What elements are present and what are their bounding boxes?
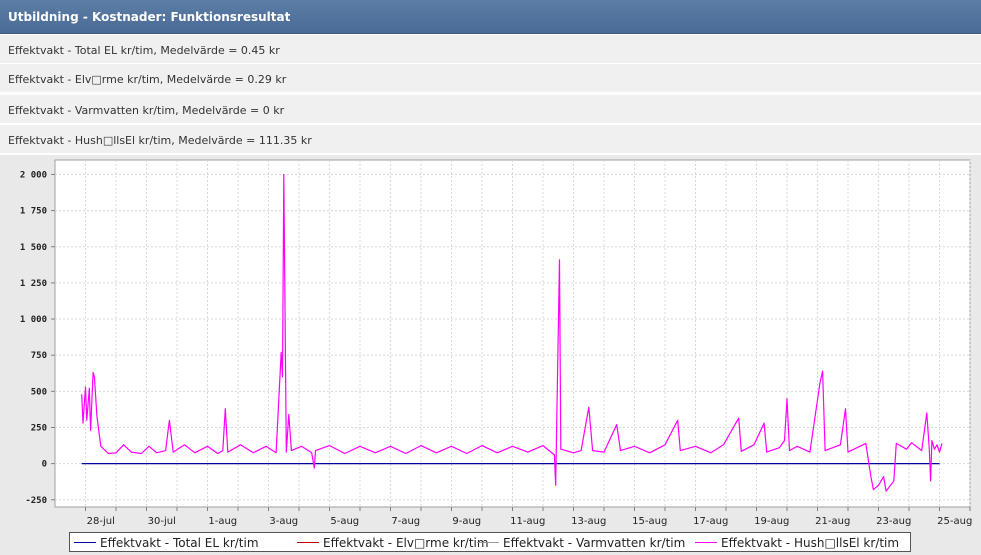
x-tick-label: 11-aug xyxy=(510,516,545,527)
x-tick-label: 21-aug xyxy=(815,516,850,527)
y-tick-label: 1 500 xyxy=(20,243,47,253)
y-tick-label: 1 750 xyxy=(20,207,47,217)
summary-row-hushallsel-text: Effektvakt - Hush□llsEl kr/tim, Medelvär… xyxy=(8,134,312,147)
legend-label-elvarme: Effektvakt - Elv□rme kr/tim xyxy=(323,536,489,550)
y-axis: 2 000 1 750 1 500 1 250 1 000 750 500 250 0 -250 xyxy=(20,170,55,506)
x-tick-label: 13-aug xyxy=(571,516,606,527)
x-tick-label: 23-aug xyxy=(876,516,911,527)
legend-swatch-varmvatten xyxy=(477,542,499,543)
legend-label-varmvatten: Effektvakt - Varmvatten kr/tim xyxy=(503,536,686,550)
x-tick-label: 25-aug xyxy=(937,516,972,527)
x-tick-label: 17-aug xyxy=(693,516,728,527)
legend-item-hushallsel: Effektvakt - Hush□llsEl kr/tim xyxy=(695,536,899,550)
summary-row-varmvatten: Effektvakt - Varmvatten kr/tim, Medelvär… xyxy=(0,95,981,124)
x-tick-label: 9-aug xyxy=(452,516,481,527)
x-tick-label: 7-aug xyxy=(391,516,420,527)
summary-row-varmvatten-text: Effektvakt - Varmvatten kr/tim, Medelvär… xyxy=(8,104,285,117)
legend-label-hushallsel: Effektvakt - Hush□llsEl kr/tim xyxy=(721,536,900,550)
legend-item-total-el: Effektvakt - Total EL kr/tim xyxy=(74,536,259,550)
legend-swatch-elvarme xyxy=(297,542,319,543)
x-tick-label: 3-aug xyxy=(269,516,298,527)
y-tick-label: 1 000 xyxy=(20,315,47,325)
summary-row-total-el-text: Effektvakt - Total EL kr/tim, Medelvärde… xyxy=(8,44,280,57)
y-tick-label: 750 xyxy=(31,351,47,361)
x-tick-label: 1-aug xyxy=(208,516,237,527)
y-tick-label: 2 000 xyxy=(20,170,47,180)
legend-label-total-el: Effektvakt - Total EL kr/tim xyxy=(100,536,259,550)
x-tick-label: 28-jul xyxy=(87,516,115,527)
x-tick-label: 5-aug xyxy=(330,516,359,527)
legend-swatch-hushallsel xyxy=(695,542,717,543)
x-tick-label: 30-jul xyxy=(148,516,176,527)
legend-item-elvarme: Effektvakt - Elv□rme kr/tim xyxy=(297,536,489,550)
legend-swatch-total-el xyxy=(74,542,96,543)
panel-title: Utbildning - Kostnader: Funktionsresulta… xyxy=(8,10,291,24)
x-tick-label: 19-aug xyxy=(754,516,789,527)
y-tick-label: -250 xyxy=(25,496,47,506)
y-tick-label: 0 xyxy=(42,460,47,470)
line-chart: 2 0001 7501 5001 2501 0007505002500-250 … xyxy=(20,159,972,527)
summary-row-total-el: Effektvakt - Total EL kr/tim, Medelvärde… xyxy=(0,35,981,64)
summary-row-elvarme: Effektvakt - Elv□rme kr/tim, Medelvärde … xyxy=(0,64,981,93)
summary-row-hushallsel: Effektvakt - Hush□llsEl kr/tim, Medelvär… xyxy=(0,125,981,154)
summary-row-elvarme-text: Effektvakt - Elv□rme kr/tim, Medelvärde … xyxy=(8,73,287,86)
y-tick-label: 1 250 xyxy=(20,279,47,289)
legend-item-varmvatten: Effektvakt - Varmvatten kr/tim xyxy=(477,536,685,550)
chart-legend: Effektvakt - Total EL kr/tim Effektvakt … xyxy=(69,532,911,552)
y-tick-label: 250 xyxy=(31,423,47,433)
panel-header: Utbildning - Kostnader: Funktionsresulta… xyxy=(0,0,981,34)
y-tick-label: 500 xyxy=(31,387,47,397)
x-axis: 28-jul 30-jul 1-aug 3-aug 5-aug 7-aug 9-aug 11-… xyxy=(85,507,972,527)
x-tick-label: 15-aug xyxy=(632,516,667,527)
